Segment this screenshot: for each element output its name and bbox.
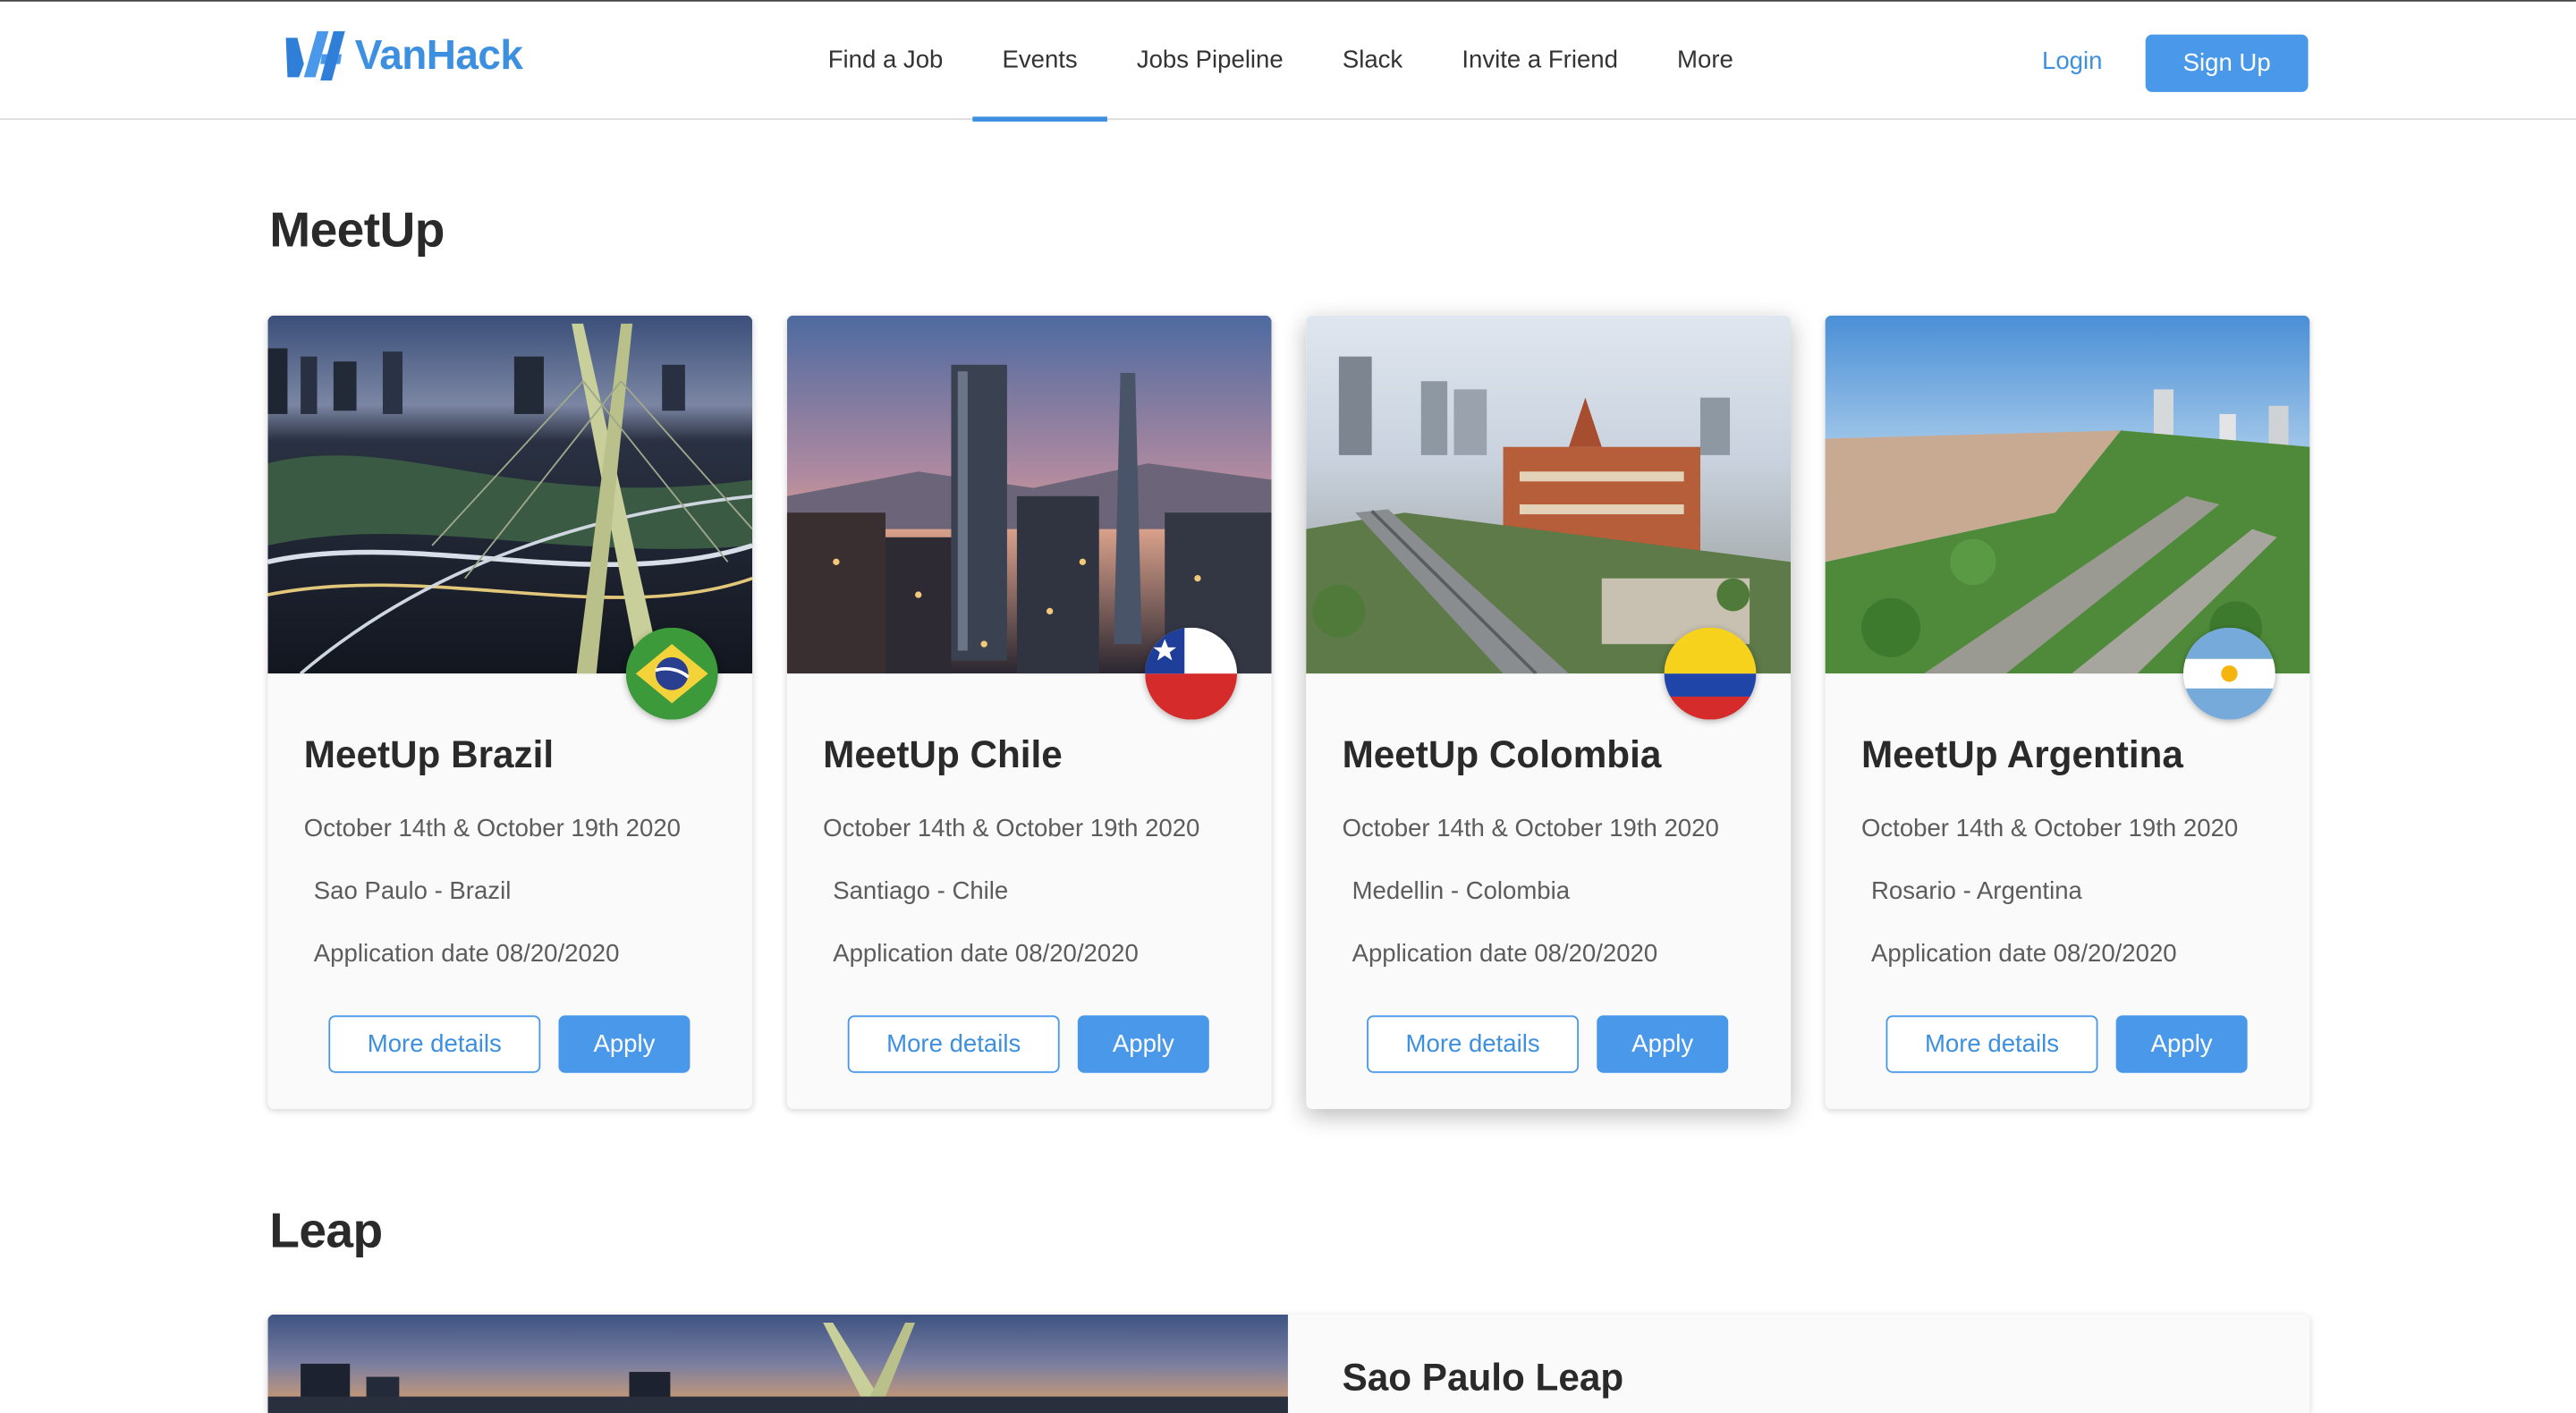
signup-button[interactable]: Sign Up bbox=[2145, 34, 2309, 92]
sao-paulo-leap-image bbox=[267, 1314, 1288, 1413]
card-application-date: Application date 08/20/2020 bbox=[833, 939, 1139, 969]
more-details-button[interactable]: More details bbox=[1367, 1015, 1580, 1073]
card-location: Santiago - Chile bbox=[833, 877, 1009, 906]
meetup-card-argentina: MeetUp Argentina October 14th & October … bbox=[1825, 315, 2310, 1110]
brand-name: VanHack bbox=[354, 31, 523, 79]
leap-section-title: Leap bbox=[269, 1204, 383, 1259]
nav-slack[interactable]: Slack bbox=[1313, 2, 1433, 120]
more-details-button[interactable]: More details bbox=[1885, 1015, 2098, 1073]
card-date: October 14th & October 19th 2020 bbox=[823, 815, 1200, 843]
card-title: MeetUp Chile bbox=[823, 732, 1063, 776]
card-date: October 14th & October 19th 2020 bbox=[303, 815, 681, 843]
card-application-date: Application date 08/20/2020 bbox=[1352, 939, 1658, 969]
card-location: Sao Paulo - Brazil bbox=[313, 877, 512, 906]
medellin-city-image bbox=[1306, 315, 1792, 674]
nav-find-a-job[interactable]: Find a Job bbox=[799, 2, 973, 120]
card-location: Rosario - Argentina bbox=[1871, 877, 2082, 906]
brazil-flag-icon bbox=[625, 627, 718, 720]
login-link[interactable]: Login bbox=[2017, 35, 2127, 90]
card-title: MeetUp Argentina bbox=[1860, 732, 2183, 776]
card-date: October 14th & October 19th 2020 bbox=[1860, 815, 2239, 843]
rosario-city-image bbox=[1825, 315, 2310, 674]
meetup-section-title: MeetUp bbox=[269, 203, 445, 258]
apply-button[interactable]: Apply bbox=[1597, 1015, 1729, 1073]
meetup-card-colombia: MeetUp Colombia October 14th & October 1… bbox=[1306, 315, 1792, 1110]
meetup-card-chile: MeetUp Chile October 14th & October 19th… bbox=[786, 315, 1272, 1110]
nav-jobs-pipeline[interactable]: Jobs Pipeline bbox=[1107, 2, 1313, 120]
sao-paulo-city-image bbox=[267, 315, 753, 674]
card-application-date: Application date 08/20/2020 bbox=[313, 939, 620, 969]
nav-more[interactable]: More bbox=[1648, 2, 1763, 120]
meetup-card-brazil: MeetUp Brazil October 14th & October 19t… bbox=[267, 315, 753, 1110]
more-details-button[interactable]: More details bbox=[328, 1015, 541, 1073]
vanhack-logo-icon bbox=[285, 30, 345, 81]
card-title: MeetUp Colombia bbox=[1342, 732, 1662, 776]
card-application-date: Application date 08/20/2020 bbox=[1871, 939, 2177, 969]
card-title: MeetUp Brazil bbox=[303, 732, 555, 776]
site-header: VanHack Find a Job Events Jobs Pipeline … bbox=[0, 1, 2576, 122]
main-nav: Find a Job Events Jobs Pipeline Slack In… bbox=[799, 2, 1763, 122]
page: VanHack Find a Job Events Jobs Pipeline … bbox=[0, 0, 2576, 1413]
santiago-city-image bbox=[786, 315, 1272, 674]
leap-card-title: Sao Paulo Leap bbox=[1342, 1355, 1624, 1399]
colombia-flag-icon bbox=[1664, 627, 1757, 720]
apply-button[interactable]: Apply bbox=[558, 1015, 691, 1073]
card-location: Medellin - Colombia bbox=[1352, 877, 1571, 906]
nav-events[interactable]: Events bbox=[972, 2, 1107, 122]
more-details-button[interactable]: More details bbox=[847, 1015, 1060, 1073]
chile-flag-icon bbox=[1145, 627, 1238, 720]
nav-invite-a-friend[interactable]: Invite a Friend bbox=[1432, 2, 1648, 120]
card-date: October 14th & October 19th 2020 bbox=[1342, 815, 1719, 843]
meetup-cards: MeetUp Brazil October 14th & October 19t… bbox=[267, 315, 2310, 1110]
argentina-flag-icon bbox=[2182, 627, 2275, 720]
apply-button[interactable]: Apply bbox=[1077, 1015, 1209, 1073]
leap-card-sao-paulo: Sao Paulo Leap bbox=[267, 1314, 2310, 1413]
apply-button[interactable]: Apply bbox=[2115, 1015, 2248, 1073]
vanhack-logo[interactable]: VanHack bbox=[283, 28, 523, 83]
